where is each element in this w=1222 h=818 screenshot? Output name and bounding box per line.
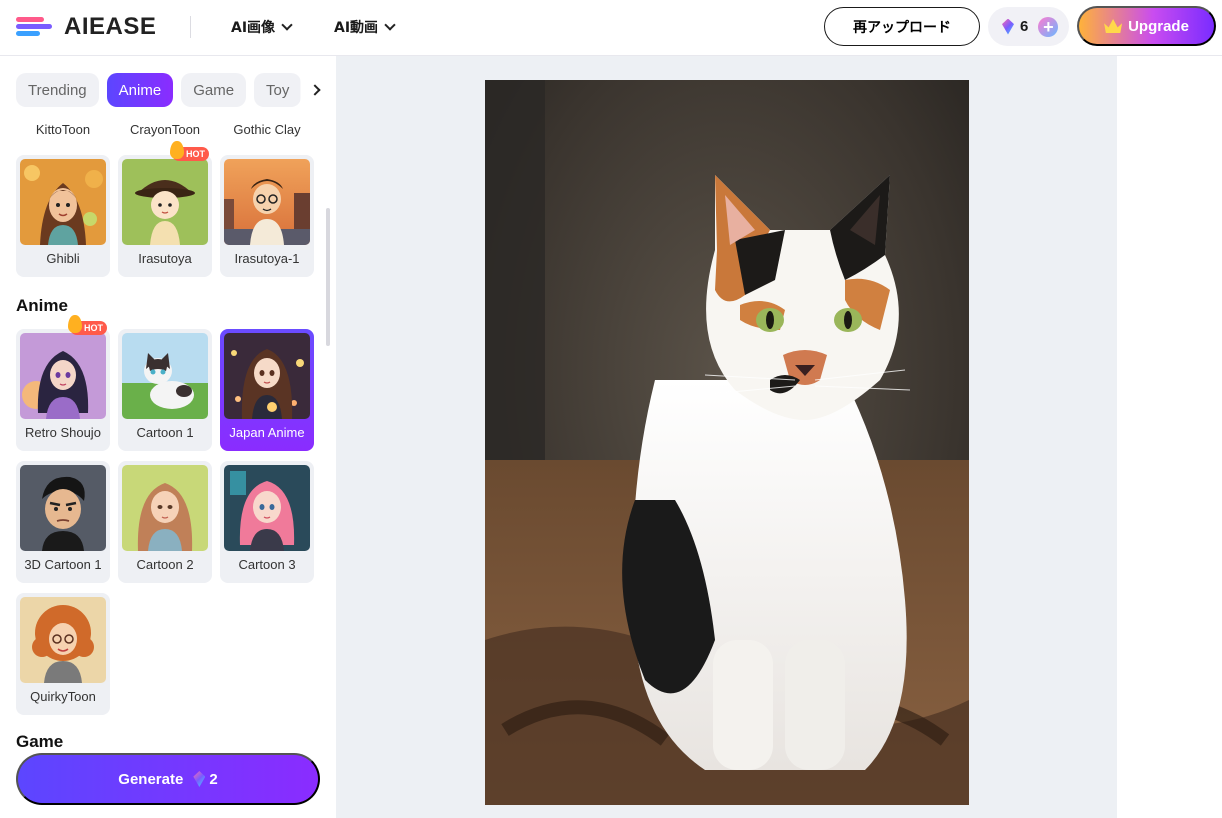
style-sidebar: Trending Anime Game Toy KittoToon Crayon… bbox=[0, 56, 336, 818]
uploaded-photo bbox=[485, 80, 969, 805]
logo-mark-icon bbox=[16, 15, 56, 39]
credits-count: 6 bbox=[1020, 18, 1029, 35]
nav-ai-video[interactable]: AI動画 bbox=[334, 16, 396, 38]
style-name: 3D Cartoon 1 bbox=[24, 557, 102, 572]
style-card-3d-cartoon-1[interactable]: 3D Cartoon 1 bbox=[16, 461, 110, 583]
style-label-crayontoon[interactable]: CrayonToon bbox=[118, 122, 212, 137]
section-title-game: Game bbox=[16, 732, 64, 751]
tab-toy[interactable]: Toy bbox=[254, 73, 302, 107]
style-name: Irasutoya bbox=[138, 251, 192, 266]
style-card-cartoon-3[interactable]: Cartoon 3 bbox=[220, 461, 314, 583]
style-card-japan-anime[interactable]: Japan Anime bbox=[220, 329, 314, 451]
quirkytoon-thumbnail bbox=[20, 597, 106, 683]
tab-game[interactable]: Game bbox=[181, 73, 247, 107]
generate-cost-value: 2 bbox=[209, 770, 218, 788]
irasutoya-thumbnail bbox=[122, 159, 208, 245]
sidebar-scrollbar[interactable] bbox=[326, 208, 330, 346]
style-name: Cartoon 2 bbox=[136, 557, 194, 572]
aiease-logo[interactable]: AIEASE bbox=[16, 10, 156, 44]
chevron-down-icon bbox=[384, 19, 396, 31]
style-name: Cartoon 3 bbox=[238, 557, 296, 572]
upgrade-button[interactable]: Upgrade bbox=[1077, 6, 1216, 46]
chevron-right-icon bbox=[309, 84, 321, 96]
ghibli-thumbnail bbox=[20, 159, 106, 245]
style-card-retro-shoujo[interactable]: HOT Retro Shoujo bbox=[16, 315, 110, 451]
style-card-cartoon-2[interactable]: Cartoon 2 bbox=[118, 461, 212, 583]
cartoon-2-thumbnail bbox=[122, 465, 208, 551]
tabs-next-button[interactable] bbox=[300, 73, 330, 107]
cartoon-3-thumbnail bbox=[224, 465, 310, 551]
tab-anime[interactable]: Anime bbox=[106, 73, 174, 107]
nav-ai-image[interactable]: AI画像 bbox=[231, 16, 293, 38]
top-header: AIEASE AI画像 AI動画 再アップロード 6 + Upgrade bbox=[0, 0, 1222, 56]
generate-label: Generate bbox=[118, 770, 184, 788]
style-card-cartoon-1[interactable]: Cartoon 1 bbox=[118, 329, 212, 451]
gem-icon bbox=[193, 771, 206, 787]
chevron-down-icon bbox=[281, 19, 293, 31]
style-name: Irasutoya-1 bbox=[234, 251, 300, 266]
logo-text: AIEASE bbox=[64, 13, 157, 40]
generate-button[interactable]: Generate 2 bbox=[16, 753, 320, 805]
style-label-kittotoon[interactable]: KittoToon bbox=[16, 122, 110, 137]
hot-badge: HOT bbox=[170, 141, 209, 161]
style-card-irasutoya-1[interactable]: Irasutoya-1 bbox=[220, 155, 314, 277]
style-card-irasutoya[interactable]: HOT Irasutoya bbox=[118, 141, 212, 277]
credits-badge[interactable]: 6 + bbox=[988, 7, 1069, 46]
generate-cost: 2 bbox=[193, 770, 218, 788]
style-name: Ghibli bbox=[46, 251, 80, 266]
gem-icon bbox=[1002, 18, 1014, 35]
category-tabs: Trending Anime Game Toy bbox=[16, 73, 328, 107]
tab-trending[interactable]: Trending bbox=[16, 73, 99, 107]
nav-ai-image-label: AI画像 bbox=[231, 20, 276, 36]
nav-ai-video-label: AI動画 bbox=[334, 20, 379, 36]
header-divider bbox=[190, 16, 191, 38]
style-card-ghibli[interactable]: Ghibli bbox=[16, 155, 110, 277]
style-card-quirkytoon[interactable]: QuirkyToon bbox=[16, 593, 110, 715]
retro-shoujo-thumbnail bbox=[20, 333, 106, 419]
irasutoya-1-thumbnail bbox=[224, 159, 310, 245]
preview-area bbox=[336, 56, 1117, 818]
3d-cartoon-1-thumbnail bbox=[20, 465, 106, 551]
upgrade-label: Upgrade bbox=[1128, 17, 1189, 35]
style-name: Japan Anime bbox=[229, 425, 305, 440]
hot-badge: HOT bbox=[68, 315, 107, 335]
style-name: Retro Shoujo bbox=[25, 425, 101, 440]
style-label-gothic-clay[interactable]: Gothic Clay bbox=[220, 122, 314, 137]
cartoon-1-thumbnail bbox=[122, 333, 208, 419]
section-title-anime: Anime bbox=[16, 296, 68, 315]
reupload-button[interactable]: 再アップロード bbox=[824, 7, 980, 46]
add-credits-icon[interactable]: + bbox=[1038, 16, 1059, 37]
style-name: QuirkyToon bbox=[30, 689, 96, 704]
style-name: Cartoon 1 bbox=[136, 425, 194, 440]
japan-anime-thumbnail bbox=[224, 333, 310, 419]
right-margin bbox=[1117, 56, 1222, 818]
crown-icon bbox=[1104, 19, 1123, 33]
